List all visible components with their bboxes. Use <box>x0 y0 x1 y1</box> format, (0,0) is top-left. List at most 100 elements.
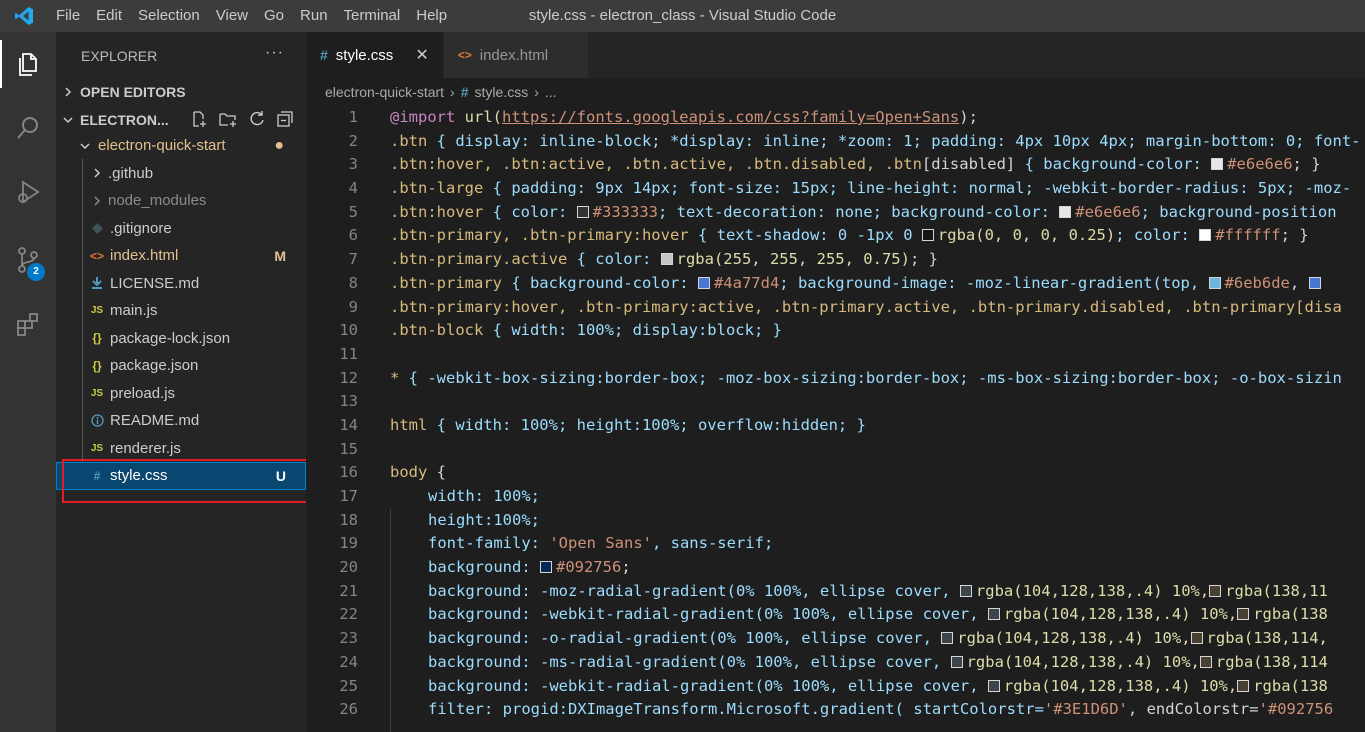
tree-item-package-lock-json[interactable]: {} package-lock.json <box>56 325 306 353</box>
menu-edit[interactable]: Edit <box>88 0 130 32</box>
code-text: background: -moz-radial-gradient(0% 100%… <box>428 580 1328 604</box>
modified-dot-icon: ● <box>274 136 284 154</box>
code-line: 22 background: -webkit-radial-gradient(0%… <box>306 603 1365 627</box>
tab-label: style.css <box>335 46 394 64</box>
code-line: 25 background: -webkit-radial-gradient(0%… <box>306 675 1365 699</box>
code-line: 2 .btn { display: inline-block; *display:… <box>306 130 1365 154</box>
tree-item-license[interactable]: LICENSE.md <box>56 270 306 298</box>
color-swatch[interactable] <box>950 655 963 668</box>
search-icon[interactable] <box>0 104 56 152</box>
code-token: background: -webkit-radial-gradient(0% 1… <box>428 605 988 624</box>
color-swatch[interactable] <box>1308 276 1321 289</box>
menu-go[interactable]: Go <box>256 0 292 32</box>
explorer-icon[interactable] <box>0 40 56 88</box>
tree-item-label: main.js <box>110 302 158 320</box>
color-swatch[interactable] <box>576 205 589 218</box>
line-number: 7 <box>348 250 358 269</box>
folder-electron-quick-start[interactable]: electron-quick-start ● <box>56 132 306 160</box>
run-debug-icon[interactable] <box>0 168 56 216</box>
source-control-icon[interactable]: 2 <box>0 236 56 284</box>
chevron-down-icon <box>76 141 94 151</box>
menu-view[interactable]: View <box>208 0 256 32</box>
color-swatch[interactable] <box>660 253 673 266</box>
tree-item-label: .github <box>108 164 154 182</box>
title-bar: File Edit Selection View Go Run Terminal… <box>0 0 1365 32</box>
color-swatch[interactable] <box>959 584 972 597</box>
tab-style-css[interactable]: # style.css ✕ <box>306 32 444 78</box>
tree-item-github[interactable]: .github <box>56 160 306 188</box>
collapse-all-icon[interactable] <box>276 110 294 131</box>
color-swatch[interactable] <box>1209 584 1222 597</box>
color-swatch[interactable] <box>1211 158 1224 171</box>
chevron-right-icon: › <box>534 84 539 100</box>
breadcrumb-rest[interactable]: ... <box>545 84 557 100</box>
tree-item-gitignore[interactable]: .gitignore <box>56 215 306 243</box>
tree-item-renderer-js[interactable]: JS renderer.js <box>56 435 306 463</box>
code-line: 14 html { width: 100%; height:100%; overf… <box>306 414 1365 438</box>
color-swatch[interactable] <box>1199 655 1212 668</box>
line-number: 26 <box>339 700 358 719</box>
new-folder-icon[interactable] <box>218 110 238 131</box>
workspace-section[interactable]: ELECTRON... <box>56 108 306 132</box>
active-indicator <box>0 40 2 88</box>
line-number: 4 <box>348 179 358 198</box>
tree-item-readme[interactable]: README.md <box>56 407 306 435</box>
color-swatch[interactable] <box>1208 276 1221 289</box>
color-swatch[interactable] <box>1190 632 1203 645</box>
breadcrumb-folder[interactable]: electron-quick-start <box>325 84 444 100</box>
menu-help[interactable]: Help <box>408 0 455 32</box>
tree-item-index-html[interactable]: <> index.html M <box>56 242 306 270</box>
extensions-icon[interactable] <box>0 300 56 348</box>
tree-item-label: README.md <box>110 412 200 430</box>
code-token: rgba(138,114 <box>1215 652 1328 671</box>
explorer-header: EXPLORER ··· <box>56 32 306 80</box>
line-number: 20 <box>339 558 358 577</box>
color-swatch[interactable] <box>941 632 954 645</box>
json-file-icon: {} <box>92 331 102 346</box>
code-line: 9 .btn-primary:hover, .btn-primary:active… <box>306 296 1365 320</box>
vscode-logo-icon[interactable] <box>0 0 48 32</box>
line-number: 13 <box>339 392 358 411</box>
new-file-icon[interactable] <box>190 110 208 131</box>
open-editors-label: OPEN EDITORS <box>80 84 186 100</box>
code-line: 13 <box>306 390 1365 414</box>
refresh-icon[interactable] <box>248 110 266 131</box>
code-line: 5 .btn:hover { color: #333333; text-decor… <box>306 201 1365 225</box>
code-token: background: -o-radial-gradient(0% 100%, … <box>428 629 942 648</box>
menu-run[interactable]: Run <box>292 0 336 32</box>
code-token[interactable]: https://fonts.googleapis.com/css?family=… <box>502 108 959 126</box>
color-swatch[interactable] <box>697 276 710 289</box>
more-actions-icon[interactable]: ··· <box>265 44 284 62</box>
html-file-icon: <> <box>89 248 104 263</box>
open-editors-section[interactable]: OPEN EDITORS <box>56 80 306 104</box>
tree-item-main-js[interactable]: JS main.js <box>56 297 306 325</box>
code-line: 12 * { -webkit-box-sizing:border-box; -mo… <box>306 367 1365 391</box>
menu-selection[interactable]: Selection <box>130 0 208 32</box>
color-swatch[interactable] <box>921 229 934 242</box>
code-line: 4 .btn-large { padding: 9px 14px; font-si… <box>306 177 1365 201</box>
tree-item-node-modules[interactable]: node_modules <box>56 187 306 215</box>
code-text: * { -webkit-box-sizing:border-box; -moz-… <box>390 367 1342 391</box>
menu-terminal[interactable]: Terminal <box>336 0 409 32</box>
close-icon[interactable]: ✕ <box>415 45 428 65</box>
code-text: .btn:hover { color: #333333; text-decora… <box>390 201 1337 225</box>
code-token: #333333 <box>592 202 658 221</box>
breadcrumb-file[interactable]: style.css <box>475 84 529 100</box>
color-swatch[interactable] <box>539 561 552 574</box>
line-number: 19 <box>339 534 358 553</box>
code-line: 23 background: -o-radial-gradient(0% 100%… <box>306 627 1365 651</box>
tree-item-package-json[interactable]: {} package.json <box>56 352 306 380</box>
color-swatch[interactable] <box>1237 679 1250 692</box>
color-swatch[interactable] <box>1059 205 1072 218</box>
color-swatch[interactable] <box>1199 229 1212 242</box>
line-number: 24 <box>339 652 358 671</box>
color-swatch[interactable] <box>1237 608 1250 621</box>
scm-badge: 2 <box>27 263 45 281</box>
code-token: [disabled] <box>921 155 1016 174</box>
code-editor[interactable]: 1 @import url(https://fonts.googleapis.co… <box>306 106 1365 732</box>
color-swatch[interactable] <box>987 608 1000 621</box>
tree-item-preload-js[interactable]: JS preload.js <box>56 380 306 408</box>
color-swatch[interactable] <box>987 679 1000 692</box>
tab-index-html[interactable]: <> index.html <box>443 32 590 78</box>
menu-file[interactable]: File <box>48 0 88 32</box>
